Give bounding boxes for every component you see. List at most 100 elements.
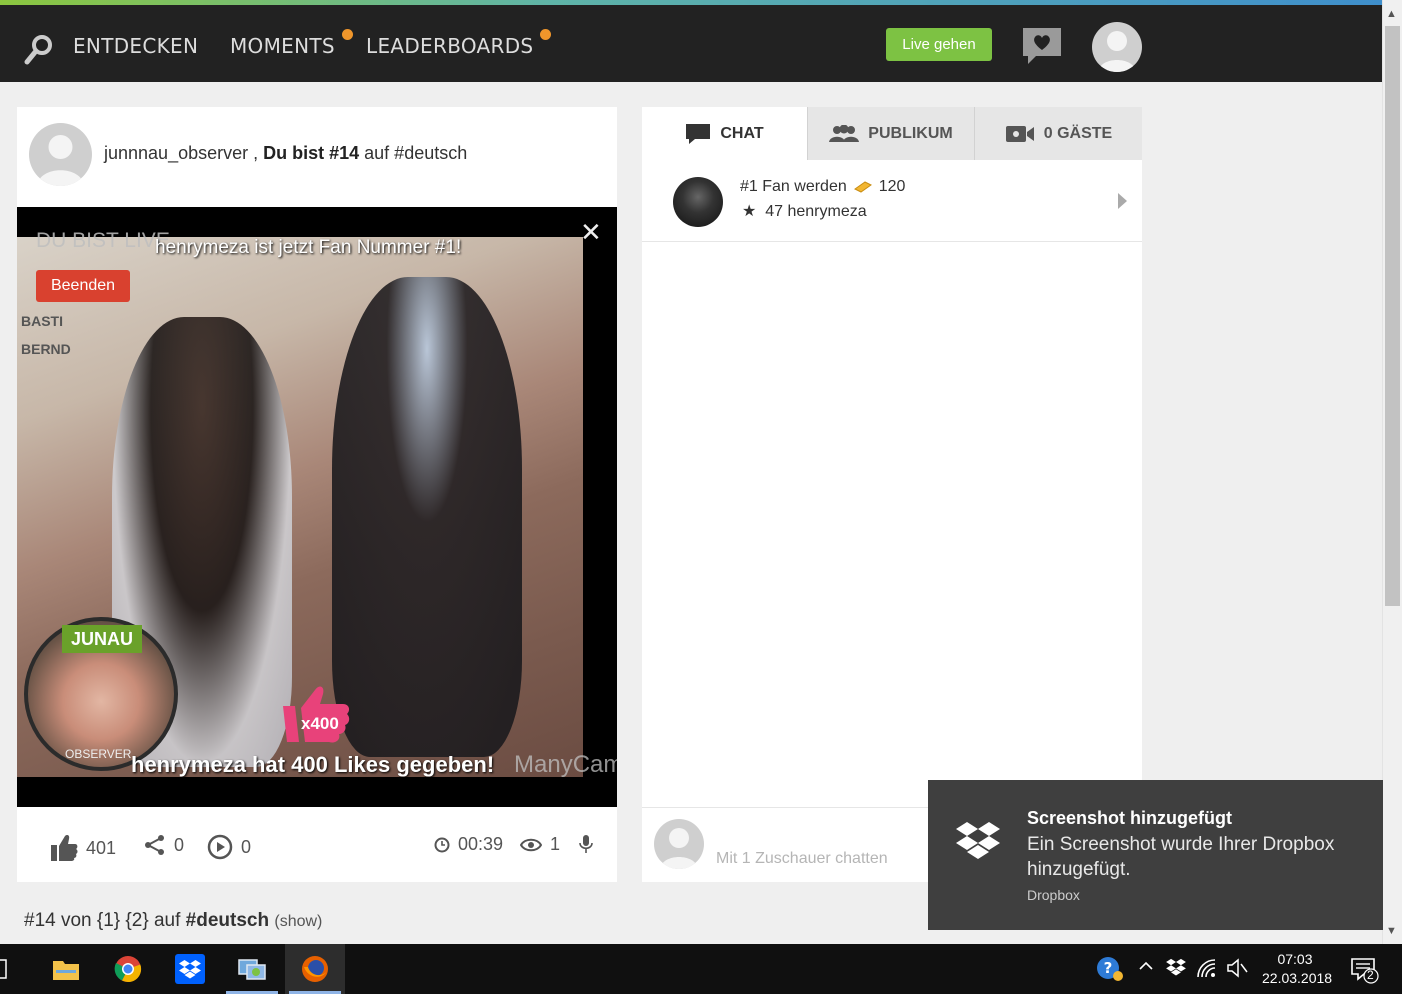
- manycam-watermark: ManyCam: [514, 751, 617, 778]
- avatar-placeholder-icon: [37, 135, 84, 186]
- fan-star-count: 47: [765, 203, 784, 220]
- toast-body: Ein Screenshot wurde Ihrer Dropbox hinzu…: [1027, 834, 1335, 880]
- task-view-button[interactable]: [0, 944, 20, 994]
- video-camera-icon: [1005, 125, 1034, 142]
- video-person-right: [332, 277, 522, 757]
- clock-date: 22.03.2018: [1262, 970, 1333, 986]
- avatar-placeholder-icon: [1098, 31, 1136, 72]
- shares-stat[interactable]: 0: [144, 834, 184, 856]
- fan-leader-line: ★ 47 henrymeza: [742, 201, 867, 221]
- rank-show-link[interactable]: (show): [274, 913, 322, 930]
- avatar-placeholder-icon: [660, 828, 698, 869]
- help-icon[interactable]: ?: [1096, 956, 1124, 987]
- viewers-count: 1: [550, 834, 561, 854]
- people-icon: [829, 124, 860, 142]
- shares-count: 0: [174, 834, 185, 855]
- windows-taskbar: ? 07:03 22.03.2018 2: [0, 944, 1402, 994]
- top-navigation: ENTDECKEN MOMENTS LEADERBOARDS Live gehe…: [0, 5, 1382, 82]
- live-video-player[interactable]: BASTI BERND DU BIST LIVE henrymeza ist j…: [17, 207, 617, 807]
- scrollbar-thumb[interactable]: [1385, 26, 1400, 606]
- microphone-toggle[interactable]: [579, 834, 593, 854]
- taskbar-file-explorer[interactable]: [36, 944, 96, 994]
- fan-goal-line: #1 Fan werden 120: [740, 178, 905, 196]
- toast-title: Screenshot hinzugefügt: [1027, 808, 1233, 828]
- star-icon: ★: [742, 203, 757, 220]
- rank-middle-text: von {1} {2} auf: [55, 910, 186, 931]
- replay-icon: [207, 834, 233, 860]
- dropbox-icon: [956, 822, 1000, 859]
- host-rank-tag: auf #deutsch: [359, 143, 468, 163]
- chevron-right-icon[interactable]: [1118, 193, 1127, 209]
- host-avatar[interactable]: [29, 123, 92, 186]
- likes-stat[interactable]: 401: [50, 834, 116, 862]
- search-icon[interactable]: [24, 33, 54, 65]
- clock-icon: [434, 837, 450, 852]
- likes-multiplier: x400: [301, 714, 339, 733]
- chrome-icon: [114, 956, 142, 983]
- scroll-up-arrow-icon[interactable]: ▲: [1386, 8, 1397, 20]
- webcam-overlay-label-top: JUNAU: [62, 625, 142, 653]
- end-broadcast-button[interactable]: Beenden: [36, 270, 130, 302]
- system-clock[interactable]: 07:03 22.03.2018: [1262, 950, 1333, 988]
- top-fan-row[interactable]: #1 Fan werden 120 ★ 47 henrymeza: [642, 160, 1142, 242]
- dropbox-icon: [175, 954, 205, 984]
- wifi-icon[interactable]: [1196, 958, 1218, 983]
- show-hidden-icons-chevron-icon[interactable]: [1138, 958, 1154, 979]
- task-view-icon: [0, 959, 7, 979]
- firefox-icon: [302, 956, 328, 982]
- fan-leader-name: henrymeza: [787, 203, 867, 220]
- host-username[interactable]: junnnau_observer: [104, 143, 248, 163]
- user-avatar[interactable]: [1092, 22, 1142, 72]
- svg-text:?: ?: [1104, 959, 1113, 977]
- eye-icon: [520, 838, 542, 851]
- chat-panel: CHAT PUBLIKUM 0 GÄSTE #1 Fan werden 120 …: [642, 107, 1142, 882]
- nav-link-moments[interactable]: MOMENTS: [230, 34, 335, 58]
- tab-gaeste[interactable]: 0 GÄSTE: [975, 107, 1142, 160]
- replays-stat[interactable]: 0: [207, 834, 251, 860]
- dropbox-notification-toast[interactable]: Screenshot hinzugefügt Ein Screenshot wu…: [928, 780, 1383, 930]
- dropbox-tray-icon[interactable]: [1166, 958, 1186, 981]
- taskbar-chrome[interactable]: [98, 944, 158, 994]
- volume-icon[interactable]: [1226, 958, 1248, 983]
- thumbs-up-icon: [51, 835, 78, 861]
- chat-panel-tabs: CHAT PUBLIKUM 0 GÄSTE: [642, 107, 1142, 160]
- sign-line: BASTI: [21, 313, 63, 329]
- share-icon: [145, 835, 164, 855]
- replays-count: 0: [241, 836, 252, 857]
- host-separator: ,: [248, 143, 264, 163]
- likes-count: 401: [86, 837, 117, 858]
- tab-chat[interactable]: CHAT: [642, 107, 807, 160]
- taskbar-network-app[interactable]: [222, 944, 282, 994]
- host-rank: Du bist #14: [263, 143, 360, 163]
- duration-stat: 00:39: [434, 834, 503, 855]
- rank-tag-link[interactable]: #deutsch: [186, 910, 269, 931]
- rank-number: #14: [24, 910, 56, 931]
- nav-link-entdecken[interactable]: ENTDECKEN: [73, 34, 198, 58]
- live-status-label: DU BIST LIVE: [36, 229, 170, 252]
- messages-heart-icon[interactable]: [1020, 24, 1064, 68]
- leaderboards-notification-dot: [540, 29, 551, 40]
- action-center-icon[interactable]: 2: [1350, 956, 1380, 989]
- likes-announcement: henrymeza hat 400 Likes gegeben!: [131, 752, 495, 777]
- tab-chat-label: CHAT: [720, 124, 764, 142]
- fan-goal-coins: 120: [878, 178, 906, 195]
- top-fan-avatar[interactable]: [673, 177, 723, 227]
- viewers-stat[interactable]: 1: [520, 834, 560, 855]
- nav-link-leaderboards[interactable]: LEADERBOARDS: [366, 34, 533, 58]
- taskbar-firefox[interactable]: [285, 944, 345, 994]
- microphone-icon: [579, 835, 593, 853]
- go-live-button[interactable]: Live gehen: [886, 28, 992, 61]
- file-explorer-icon: [53, 961, 79, 980]
- video-background-sign: BASTI BERND: [21, 307, 71, 363]
- host-rank-line: junnnau_observer , Du bist #14 auf #deut…: [104, 143, 467, 164]
- tab-publikum[interactable]: PUBLIKUM: [808, 107, 974, 160]
- scroll-down-arrow-icon[interactable]: ▼: [1386, 925, 1397, 937]
- tab-gaeste-label: 0 GÄSTE: [1043, 124, 1113, 142]
- network-app-icon: [238, 959, 266, 980]
- chat-user-avatar: [654, 819, 704, 869]
- webcam-overlay-label-bottom: OBSERVER: [65, 747, 132, 761]
- taskbar-dropbox[interactable]: [160, 944, 220, 994]
- gold-coin-icon: [853, 181, 872, 193]
- broadcast-card: junnnau_observer , Du bist #14 auf #deut…: [17, 107, 617, 882]
- close-icon[interactable]: ✕: [580, 219, 602, 245]
